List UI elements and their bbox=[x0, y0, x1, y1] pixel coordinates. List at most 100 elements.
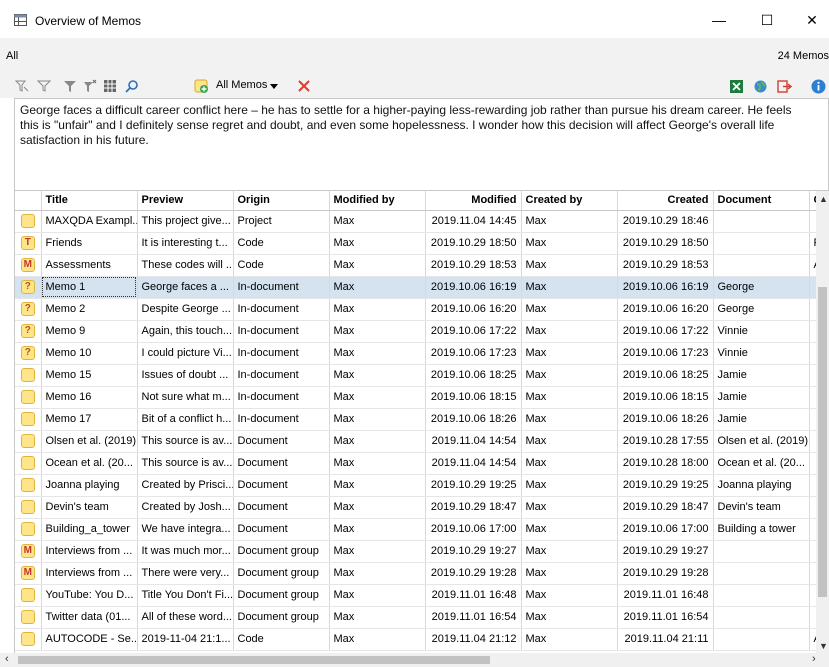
memo-icon-cell bbox=[15, 518, 42, 541]
reset-filter-icon[interactable] bbox=[82, 78, 98, 94]
table-row[interactable]: AUTOCODE - Se... 2019-11-04 21:1... Code Ma… bbox=[15, 628, 818, 651]
column-header-created-by[interactable]: Created by bbox=[521, 191, 618, 211]
deactivate-filter-icon[interactable] bbox=[36, 78, 52, 94]
cell-document: Vinnie bbox=[713, 342, 810, 365]
table-row[interactable]: ? Memo 2 Despite George ... In-document Max 2… bbox=[15, 298, 818, 321]
new-memo-icon[interactable] bbox=[193, 78, 209, 94]
memo-icon bbox=[20, 368, 35, 382]
web-export-icon[interactable] bbox=[752, 78, 768, 94]
activate-icon[interactable] bbox=[14, 78, 30, 94]
column-header-modified-by[interactable]: Modified by bbox=[329, 191, 426, 211]
cell-origin: In-document bbox=[233, 298, 330, 321]
cell-preview: George faces a ... bbox=[137, 276, 234, 299]
cell-origin: Document group bbox=[233, 540, 330, 563]
memo-icon: ? bbox=[20, 302, 35, 316]
filter-label: All bbox=[6, 50, 19, 62]
cell-created-by: Max bbox=[521, 320, 618, 343]
cell-created-by: Max bbox=[521, 452, 618, 475]
minimize-button[interactable]: — bbox=[697, 6, 741, 34]
cell-modified-by: Max bbox=[329, 210, 426, 233]
cell-modified-by: Max bbox=[329, 408, 426, 431]
table-row[interactable]: Joanna playing Created by Prisci... Docume… bbox=[15, 474, 818, 497]
filter-icon[interactable] bbox=[62, 78, 78, 94]
cell-modified: 2019.10.29 18:47 bbox=[425, 496, 522, 519]
cell-document: George bbox=[713, 298, 810, 321]
memo-icon-cell bbox=[15, 628, 42, 651]
cell-modified: 2019.11.04 21:12 bbox=[425, 628, 522, 651]
table-row[interactable]: Ocean et al. (20... This source is av... D… bbox=[15, 452, 818, 475]
memo-icon: M bbox=[20, 544, 35, 558]
table-row[interactable]: ? Memo 1 George faces a ... In-document Max 2… bbox=[15, 276, 818, 299]
cell-document bbox=[713, 584, 810, 607]
column-header-title[interactable]: Title bbox=[41, 191, 138, 211]
table-row[interactable]: Memo 16 Not sure what m... In-document Max 2… bbox=[15, 386, 818, 409]
table-row[interactable]: Building_a_tower We have integra... Docume… bbox=[15, 518, 818, 541]
table-row[interactable]: MAXQDA Exampl... This project give... Proj… bbox=[15, 210, 818, 233]
cell-modified: 2019.10.29 18:50 bbox=[425, 232, 522, 255]
memo-table: Title Preview Origin Modified by Modifie… bbox=[15, 191, 818, 651]
cell-title: Building_a_tower bbox=[41, 518, 138, 541]
search-icon[interactable] bbox=[124, 78, 140, 94]
cell-created: 2019.10.06 18:15 bbox=[617, 386, 714, 409]
delete-icon[interactable] bbox=[296, 78, 312, 94]
memo-overview-app-icon bbox=[14, 14, 27, 26]
cell-document bbox=[713, 540, 810, 563]
cell-preview: I could picture Vi... bbox=[137, 342, 234, 365]
cell-created: 2019.10.06 17:00 bbox=[617, 518, 714, 541]
cell-modified: 2019.11.01 16:48 bbox=[425, 584, 522, 607]
scroll-right-icon[interactable]: › bbox=[812, 653, 816, 665]
maximize-button[interactable]: ☐ bbox=[745, 6, 789, 34]
scroll-down-icon[interactable]: ▼ bbox=[819, 641, 828, 651]
table-row[interactable]: Memo 15 Issues of doubt ... In-document Max… bbox=[15, 364, 818, 387]
cell-document bbox=[713, 254, 810, 277]
cell-document bbox=[713, 562, 810, 585]
memo-table-container: Title Preview Origin Modified by Modifie… bbox=[14, 191, 829, 653]
column-header-document[interactable]: Document bbox=[713, 191, 810, 211]
memo-icon: ? bbox=[20, 280, 35, 294]
vertical-scroll-thumb[interactable] bbox=[818, 287, 827, 597]
horizontal-scroll-thumb[interactable] bbox=[18, 656, 490, 664]
cell-modified: 2019.10.06 17:23 bbox=[425, 342, 522, 365]
column-header-modified[interactable]: Modified bbox=[425, 191, 522, 211]
table-row[interactable]: T Friends It is interesting t... Code Max 201… bbox=[15, 232, 818, 255]
table-row[interactable]: Twitter data (01... All of these word... D… bbox=[15, 606, 818, 629]
table-row[interactable]: M Interviews from ... There were very... Do… bbox=[15, 562, 818, 585]
table-row[interactable]: YouTube: You D... Title You Don't Fi... Do… bbox=[15, 584, 818, 607]
memo-text-preview[interactable]: George faces a difficult career conflict… bbox=[14, 98, 829, 191]
columns-icon[interactable] bbox=[102, 78, 118, 94]
vertical-scrollbar[interactable]: ▲ ▼ bbox=[816, 191, 829, 653]
close-window-button[interactable]: ✕ bbox=[790, 6, 829, 34]
table-row[interactable]: Olsen et al. (2019) This source is av... D… bbox=[15, 430, 818, 453]
column-header-created[interactable]: Created bbox=[617, 191, 714, 211]
excel-export-icon[interactable] bbox=[728, 78, 744, 94]
cell-modified-by: Max bbox=[329, 584, 426, 607]
memo-icon-cell bbox=[15, 408, 42, 431]
column-header-preview[interactable]: Preview bbox=[137, 191, 234, 211]
horizontal-scrollbar[interactable]: ‹ › bbox=[0, 653, 829, 667]
memo-icon bbox=[20, 478, 35, 492]
scroll-up-icon[interactable]: ▲ bbox=[819, 194, 828, 204]
memo-type-dropdown[interactable]: All Memos bbox=[216, 79, 279, 91]
table-row[interactable]: Memo 17 Bit of a conflict h... In-document… bbox=[15, 408, 818, 431]
memo-icon bbox=[20, 522, 35, 536]
scroll-left-icon[interactable]: ‹ bbox=[5, 653, 9, 665]
cell-origin: Document bbox=[233, 430, 330, 453]
export-icon[interactable] bbox=[776, 78, 792, 94]
memo-count-label: 24 Memos bbox=[777, 50, 829, 62]
cell-title: Devin's team bbox=[41, 496, 138, 519]
column-header-icon[interactable] bbox=[15, 191, 42, 211]
cell-modified: 2019.10.06 18:15 bbox=[425, 386, 522, 409]
info-icon[interactable] bbox=[810, 78, 826, 94]
cell-title: Ocean et al. (20... bbox=[41, 452, 138, 475]
table-row[interactable]: M Assessments These codes will ... Code Max 2… bbox=[15, 254, 818, 277]
memo-icon-cell: M bbox=[15, 254, 42, 277]
column-header-origin[interactable]: Origin bbox=[233, 191, 330, 211]
table-row[interactable]: ? Memo 9 Again, this touch... In-document Ma… bbox=[15, 320, 818, 343]
memo-icon-cell: ? bbox=[15, 320, 42, 343]
cell-document: Vinnie bbox=[713, 320, 810, 343]
cell-preview: Again, this touch... bbox=[137, 320, 234, 343]
table-row[interactable]: M Interviews from ... It was much mor... Do… bbox=[15, 540, 818, 563]
table-row[interactable]: ? Memo 10 I could picture Vi... In-document… bbox=[15, 342, 818, 365]
table-row[interactable]: Devin's team Created by Josh... Document Ma… bbox=[15, 496, 818, 519]
memo-icon-cell bbox=[15, 474, 42, 497]
